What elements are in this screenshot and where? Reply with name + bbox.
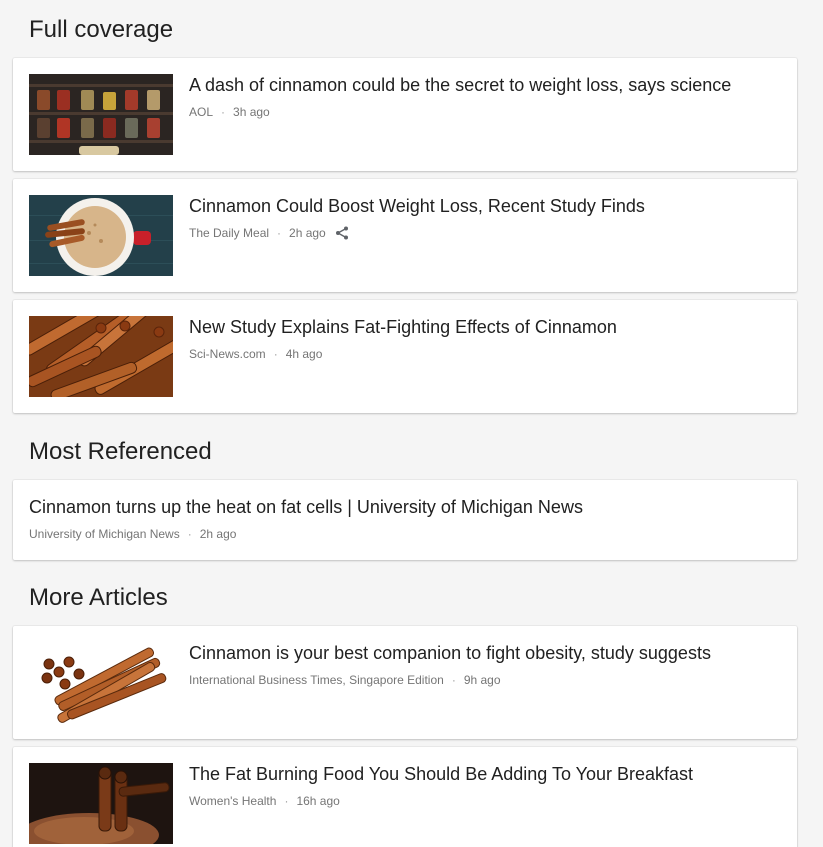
- cinnamon-latte-mug-image: [29, 195, 173, 276]
- meta-separator: ·: [273, 347, 278, 361]
- article-time: 9h ago: [463, 673, 501, 687]
- meta-separator: ·: [284, 794, 289, 808]
- article-thumbnail[interactable]: [29, 763, 173, 844]
- article-card[interactable]: Cinnamon Could Boost Weight Loss, Recent…: [13, 179, 797, 292]
- article-card[interactable]: A dash of cinnamon could be the secret t…: [13, 58, 797, 171]
- section-title-full-coverage: Full coverage: [29, 16, 174, 43]
- section-title-most-referenced: Most Referenced: [29, 438, 212, 465]
- article-time: 2h ago: [199, 527, 237, 541]
- article-card[interactable]: Cinnamon is your best companion to fight…: [13, 626, 797, 739]
- section-title-more-articles: More Articles: [29, 584, 168, 611]
- article-meta: University of Michigan News · 2h ago: [29, 527, 236, 541]
- article-time: 3h ago: [233, 105, 270, 119]
- article-source[interactable]: International Business Times, Singapore …: [189, 673, 444, 687]
- article-time: 2h ago: [289, 226, 326, 240]
- article-source[interactable]: University of Michigan News: [29, 527, 180, 541]
- full-coverage-page: Full coverage A dash of cinnamon could b…: [0, 0, 823, 847]
- article-meta: International Business Times, Singapore …: [189, 673, 501, 687]
- article-thumbnail[interactable]: [29, 316, 173, 397]
- article-source[interactable]: The Daily Meal: [189, 226, 269, 240]
- article-card[interactable]: Cinnamon turns up the heat on fat cells …: [13, 480, 797, 560]
- spice-jars-shelf-image: [29, 74, 173, 155]
- article-card[interactable]: New Study Explains Fat-Fighting Effects …: [13, 300, 797, 413]
- article-meta: Women's Health · 16h ago: [189, 794, 340, 808]
- article-source[interactable]: Sci-News.com: [189, 347, 266, 361]
- article-headline[interactable]: New Study Explains Fat-Fighting Effects …: [189, 316, 781, 338]
- article-thumbnail[interactable]: [29, 195, 173, 276]
- cinnamon-powder-dark-image: [29, 763, 173, 844]
- article-headline[interactable]: Cinnamon turns up the heat on fat cells …: [29, 496, 781, 518]
- cinnamon-sticks-pile-image: [29, 316, 173, 397]
- article-thumbnail[interactable]: [29, 74, 173, 155]
- article-headline[interactable]: Cinnamon is your best companion to fight…: [189, 642, 781, 664]
- article-meta: The Daily Meal · 2h ago: [189, 226, 349, 240]
- article-meta: Sci-News.com · 4h ago: [189, 347, 322, 361]
- article-card[interactable]: The Fat Burning Food You Should Be Addin…: [13, 747, 797, 847]
- cinnamon-sticks-bundle-image: [29, 642, 173, 723]
- article-time: 16h ago: [296, 794, 340, 808]
- article-meta: AOL · 3h ago: [189, 105, 270, 119]
- meta-separator: ·: [187, 527, 192, 541]
- meta-separator: ·: [451, 673, 456, 687]
- article-time: 4h ago: [285, 347, 323, 361]
- article-headline[interactable]: A dash of cinnamon could be the secret t…: [189, 74, 781, 96]
- article-headline[interactable]: Cinnamon Could Boost Weight Loss, Recent…: [189, 195, 781, 217]
- article-source[interactable]: AOL: [189, 105, 213, 119]
- article-source[interactable]: Women's Health: [189, 794, 276, 808]
- meta-separator: ·: [277, 226, 282, 240]
- share-icon[interactable]: [335, 226, 349, 240]
- article-headline[interactable]: The Fat Burning Food You Should Be Addin…: [189, 763, 781, 785]
- article-thumbnail[interactable]: [29, 642, 173, 723]
- meta-separator: ·: [221, 105, 226, 119]
